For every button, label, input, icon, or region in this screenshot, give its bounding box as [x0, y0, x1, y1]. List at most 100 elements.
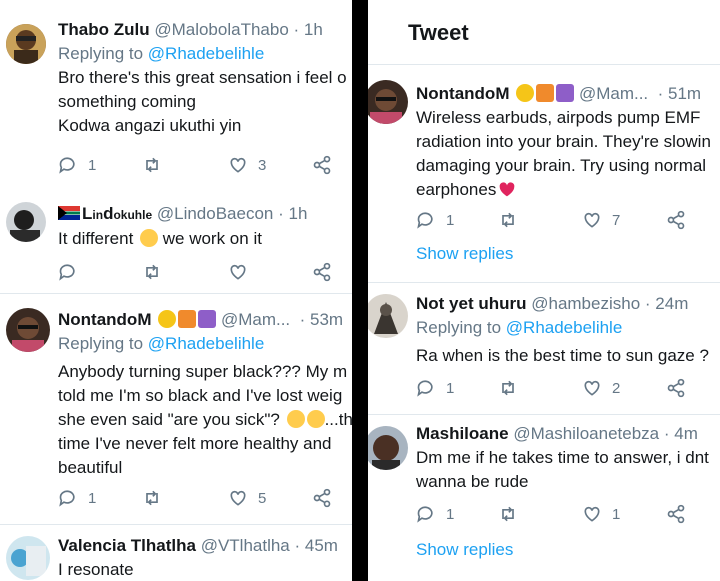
- reply-button[interactable]: 1: [416, 376, 454, 400]
- retweet-button[interactable]: [498, 376, 518, 400]
- reply-button[interactable]: 1: [58, 486, 96, 510]
- reply-icon: [417, 506, 433, 523]
- share-icon: [313, 488, 331, 508]
- reply-button[interactable]: 1: [416, 502, 454, 526]
- avatar[interactable]: [6, 24, 46, 64]
- crying-emoji: [140, 229, 159, 247]
- tweet[interactable]: Not yet uhuru @hambezisho · 24m Replying…: [368, 290, 720, 410]
- like-icon: [230, 490, 246, 506]
- tweet[interactable]: Mashiloane @Mashiloanetebza · 4m Dm me i…: [368, 420, 720, 580]
- author-name[interactable]: Not yet uhuru: [416, 294, 527, 313]
- like-count: 2: [612, 379, 621, 397]
- action-bar: [58, 260, 348, 284]
- divider: [368, 414, 720, 415]
- avatar[interactable]: [368, 426, 408, 470]
- divider: [0, 293, 352, 294]
- like-count: 3: [258, 156, 267, 174]
- like-button[interactable]: 1: [582, 502, 620, 526]
- share-button[interactable]: [312, 153, 332, 177]
- tweet-text-line: Anybody turning super black??? My m: [58, 362, 348, 381]
- action-bar: 1 5: [58, 486, 348, 510]
- reply-icon: [417, 380, 433, 397]
- tweet[interactable]: NontandoM @Mam... · 51m Wireless earbuds…: [368, 74, 720, 274]
- retweet-button[interactable]: [142, 486, 162, 510]
- retweet-icon: [146, 157, 158, 173]
- reply-icon: [59, 490, 75, 507]
- tweet[interactable]: Valencia Tlhatlha @VTlhatlha · 45m I res…: [0, 528, 352, 581]
- author-handle[interactable]: @Mam...: [579, 84, 648, 103]
- tweet[interactable]: Thabo Zulu @MalobolaThabo · 1h Replying …: [0, 14, 352, 184]
- tweet-text-line: Bro there's this great sensation i feel …: [58, 68, 347, 87]
- show-replies-link[interactable]: Show replies: [416, 244, 513, 264]
- replying-to-label: Replying to: [416, 318, 506, 337]
- avatar[interactable]: [368, 80, 408, 124]
- tweet-text-line: radiation into your brain. They're slowi…: [416, 132, 711, 151]
- like-button[interactable]: 3: [228, 153, 266, 177]
- page-title: Tweet: [408, 20, 469, 45]
- avatar[interactable]: [368, 294, 408, 338]
- reply-button[interactable]: [58, 260, 78, 284]
- author-handle[interactable]: @Mam...: [221, 310, 290, 329]
- retweet-button[interactable]: [498, 502, 518, 526]
- author-handle[interactable]: @Mashiloanetebza: [513, 424, 659, 443]
- retweet-icon: [502, 212, 514, 228]
- reply-button[interactable]: 1: [416, 208, 454, 232]
- south-africa-flag: [58, 206, 80, 220]
- tweet[interactable]: Lindokuhle @LindoBaecon · 1h It differen…: [0, 196, 352, 288]
- timestamp: · 24m: [644, 294, 689, 313]
- tweet[interactable]: NontandoM @Mam... · 53m Replying to @Rha…: [0, 298, 352, 520]
- retweet-button[interactable]: [142, 153, 162, 177]
- reply-count: 1: [88, 156, 97, 174]
- author-handle[interactable]: @VTlhatlha: [201, 536, 290, 555]
- retweet-icon: [502, 380, 514, 396]
- retweet-button[interactable]: [498, 208, 518, 232]
- header-divider: [368, 64, 720, 65]
- mention-link[interactable]: @Rhadebelihle: [506, 318, 623, 337]
- like-button[interactable]: [228, 260, 248, 284]
- show-replies-link[interactable]: Show replies: [416, 540, 513, 560]
- like-count: 5: [258, 489, 267, 507]
- tweet-text-line: something coming: [58, 92, 196, 111]
- author-handle[interactable]: @hambezisho: [531, 294, 640, 313]
- sunrise-emoji: [178, 310, 197, 328]
- like-button[interactable]: 2: [582, 376, 620, 400]
- author-name[interactable]: NontandoM: [58, 310, 151, 329]
- mention-link[interactable]: @Rhadebelihle: [148, 44, 265, 63]
- author-name[interactable]: NontandoM: [416, 84, 509, 103]
- share-button[interactable]: [666, 208, 686, 232]
- replying-to-label: Replying to: [58, 44, 148, 63]
- reply-icon: [417, 212, 433, 229]
- author-handle[interactable]: @LindoBaecon: [157, 204, 274, 223]
- author-name[interactable]: Mashiloane: [416, 424, 509, 443]
- action-bar: 1 3: [58, 153, 348, 177]
- retweet-button[interactable]: [142, 260, 162, 284]
- reply-count: 1: [88, 489, 97, 507]
- right-panel: Tweet NontandoM @Mam... · 51m Wireless e…: [364, 0, 720, 581]
- author-name[interactable]: Valencia Tlhatlha: [58, 536, 196, 555]
- like-button[interactable]: 5: [228, 486, 266, 510]
- share-icon: [667, 210, 685, 230]
- share-button[interactable]: [666, 502, 686, 526]
- share-button[interactable]: [312, 260, 332, 284]
- share-icon: [667, 378, 685, 398]
- action-bar: 1 7: [416, 208, 706, 232]
- pisces-emoji: [198, 310, 217, 328]
- like-icon: [584, 506, 600, 522]
- reply-button[interactable]: 1: [58, 153, 96, 177]
- mention-link[interactable]: @Rhadebelihle: [148, 334, 265, 353]
- avatar[interactable]: [6, 536, 50, 580]
- avatar[interactable]: [6, 308, 50, 352]
- like-button[interactable]: 7: [582, 208, 620, 232]
- share-button[interactable]: [666, 376, 686, 400]
- timestamp: · 51m: [657, 84, 702, 103]
- like-icon: [584, 380, 600, 396]
- author-name[interactable]: Thabo Zulu: [58, 20, 150, 39]
- share-button[interactable]: [312, 486, 332, 510]
- retweet-icon: [146, 264, 158, 280]
- author-handle[interactable]: @MalobolaThabo: [154, 20, 288, 39]
- joy-emoji: [286, 410, 305, 428]
- reply-count: 1: [446, 505, 455, 523]
- tweet-text-line: wanna be rude: [416, 472, 529, 491]
- avatar[interactable]: [6, 202, 46, 242]
- author-name[interactable]: Lindokuhle: [82, 204, 152, 223]
